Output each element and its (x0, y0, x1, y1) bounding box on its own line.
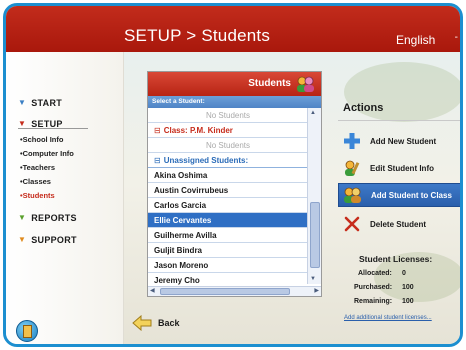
group-add-icon (343, 186, 363, 204)
allocated-value: 0 (402, 270, 406, 277)
students-panel: Students Select a Student: No Students ⊟… (147, 71, 322, 297)
expand-arrow-icon: ▼ (18, 119, 27, 128)
student-row[interactable]: Jason Moreno (148, 258, 308, 273)
app-window: SETUP > Students English - ▼ START ▼ SET… (3, 3, 463, 347)
edit-person-icon (342, 159, 362, 177)
purchased-value: 100 (402, 284, 414, 291)
delete-student-button[interactable]: Delete Student (338, 212, 460, 236)
scroll-right-icon[interactable]: ▶ (314, 287, 319, 294)
expand-arrow-icon: ▼ (18, 213, 27, 222)
allocated-label: Allocated: (358, 270, 392, 277)
nav-students[interactable]: •Students (20, 191, 55, 200)
students-panel-header: Students (148, 72, 321, 96)
scroll-down-icon[interactable]: ▼ (310, 276, 316, 282)
add-student-to-class-button[interactable]: Add Student to Class (338, 183, 460, 207)
sidebar: ▼ START ▼ SETUP •School Info •Computer I… (6, 52, 124, 344)
vertical-scrollbar[interactable]: ▲ ▼ (307, 108, 321, 284)
students-list: No Students ⊟ Class: P.M. Kinder No Stude… (148, 108, 308, 288)
back-button[interactable]: Back (132, 315, 180, 331)
divider (338, 120, 460, 121)
actions-heading: Actions (343, 102, 384, 114)
list-item: No Students (148, 108, 308, 123)
scroll-thumb[interactable] (310, 202, 320, 268)
nav-reports[interactable]: ▼ REPORTS (18, 213, 77, 223)
scroll-left-icon[interactable]: ◀ (150, 287, 155, 294)
nav-computer-info[interactable]: •Computer Info (20, 149, 74, 158)
nav-teachers[interactable]: •Teachers (20, 163, 55, 172)
language-caret[interactable]: - (455, 32, 458, 43)
back-arrow-icon (132, 315, 152, 331)
purchased-label: Purchased: (354, 284, 393, 291)
exit-door-icon[interactable] (16, 320, 38, 342)
edit-student-info-button[interactable]: Edit Student Info (338, 156, 460, 180)
student-row[interactable]: Akina Oshima (148, 168, 308, 183)
scroll-thumb[interactable] (160, 288, 290, 295)
remaining-label: Remaining: (354, 298, 393, 305)
select-student-label: Select a Student: (148, 96, 321, 108)
scroll-up-icon[interactable]: ▲ (310, 110, 316, 116)
delete-x-icon (342, 215, 362, 233)
students-panel-title: Students (248, 78, 291, 89)
page-title: SETUP > Students (124, 26, 271, 45)
student-row[interactable]: Guljit Bindra (148, 243, 308, 258)
remaining-value: 100 (402, 298, 414, 305)
nav-start[interactable]: ▼ START (18, 98, 62, 108)
divider (18, 128, 88, 129)
nav-support[interactable]: ▼ SUPPORT (18, 235, 77, 245)
students-people-icon (297, 76, 314, 92)
list-item: No Students (148, 138, 308, 153)
collapse-icon[interactable]: ⊟ (154, 126, 161, 135)
student-row[interactable]: Guilherme Avilla (148, 228, 308, 243)
nav-school-info[interactable]: •School Info (20, 135, 63, 144)
plus-icon (342, 132, 362, 150)
language-selector[interactable]: English (396, 33, 435, 47)
horizontal-scrollbar[interactable]: ◀ ▶ (148, 286, 321, 296)
nav-classes[interactable]: •Classes (20, 177, 51, 186)
header-bar: SETUP > Students English - (6, 6, 460, 52)
add-licenses-link[interactable]: Add additional student licenses... (344, 315, 432, 321)
student-row[interactable]: Austin Covirrubeus (148, 183, 308, 198)
unassigned-group-row[interactable]: ⊟ Unassigned Students: (148, 153, 308, 168)
expand-arrow-icon: ▼ (18, 235, 27, 244)
licenses-heading: Student Licenses: (359, 254, 433, 264)
add-new-student-button[interactable]: Add New Student (338, 129, 460, 153)
collapse-icon[interactable]: ⊟ (154, 156, 161, 165)
student-row-selected[interactable]: Ellie Cervantes (148, 213, 308, 228)
expand-arrow-icon: ▼ (18, 98, 27, 107)
class-group-row[interactable]: ⊟ Class: P.M. Kinder (148, 123, 308, 138)
student-row[interactable]: Carlos Garcia (148, 198, 308, 213)
